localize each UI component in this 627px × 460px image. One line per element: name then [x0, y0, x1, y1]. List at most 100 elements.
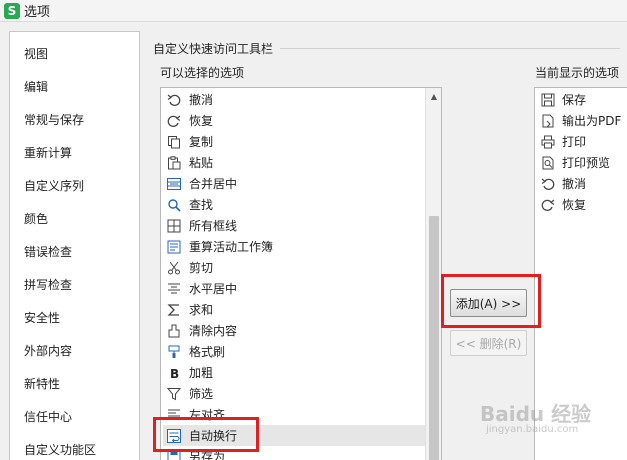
copy-icon [166, 134, 182, 150]
option-label: 格式刷 [189, 345, 226, 359]
available-options-list[interactable]: 撤消恢复复制粘贴合并居中查找所有框线重算活动工作簿剪切水平居中求和清除内容格式刷… [160, 87, 442, 460]
available-option-item[interactable]: 另存为 [163, 446, 425, 460]
option-label: 自动换行 [189, 429, 238, 443]
current-options-label: 当前显示的选项 [535, 66, 620, 80]
nav-item-7[interactable]: 拼写检查 [24, 276, 72, 293]
available-option-item[interactable]: 格式刷 [163, 341, 425, 362]
option-label: 输出为PDF [562, 114, 622, 128]
available-option-item[interactable]: 左对齐 [163, 404, 425, 425]
nav-item-8[interactable]: 安全性 [24, 309, 60, 326]
current-option-item[interactable]: 打印预览 [537, 152, 627, 173]
nav-item-6[interactable]: 错误检查 [24, 243, 72, 260]
undo-icon [540, 176, 556, 192]
options-category-list: 视图编辑常规与保存重新计算自定义序列颜色错误检查拼写检查安全性外部内容新特性信任… [9, 31, 140, 460]
option-label: 清除内容 [189, 324, 238, 338]
quick-access-group-label: 自定义快速访问工具栏 [153, 42, 274, 56]
nav-item-1[interactable]: 编辑 [24, 78, 48, 95]
available-option-item[interactable]: 清除内容 [163, 320, 425, 341]
available-option-item[interactable]: 重算活动工作簿 [163, 236, 425, 257]
title-bar: S 选项 [0, 0, 627, 22]
option-label: 加粗 [189, 366, 214, 380]
wrap-text-icon [166, 428, 182, 444]
nav-item-5[interactable]: 颜色 [24, 210, 48, 227]
scroll-up-arrow-icon[interactable]: ▲ [426, 88, 441, 104]
option-label: 查找 [189, 198, 214, 212]
scroll-thumb[interactable] [429, 216, 439, 460]
option-label: 筛选 [189, 387, 214, 401]
cut-icon [166, 260, 182, 276]
option-label: 左对齐 [189, 408, 226, 422]
search-icon [166, 197, 182, 213]
available-options-label: 可以选择的选项 [160, 66, 245, 80]
redo-icon [540, 197, 556, 213]
available-option-item[interactable]: 合并居中 [163, 173, 425, 194]
nav-item-11[interactable]: 信任中心 [24, 408, 72, 425]
save-icon [540, 92, 556, 108]
align-center-icon [166, 281, 182, 297]
option-label: 保存 [562, 93, 587, 107]
watermark: Baidu 经验 [480, 402, 592, 426]
option-label: 撤消 [562, 177, 587, 191]
group-divider [280, 48, 620, 49]
remove-button[interactable]: << 删除(R) [450, 330, 527, 356]
nav-item-10[interactable]: 新特性 [24, 375, 60, 392]
available-option-item[interactable]: 复制 [163, 131, 425, 152]
option-label: 打印预览 [562, 156, 611, 170]
clear-content-icon [166, 323, 182, 339]
available-option-item[interactable]: 筛选 [163, 383, 425, 404]
available-option-item[interactable]: B 加粗 [163, 362, 425, 383]
svg-text:B: B [170, 367, 179, 380]
available-option-item[interactable]: 撤消 [163, 89, 425, 110]
option-label: 剪切 [189, 261, 214, 275]
format-painter-icon [166, 344, 182, 360]
save-as-icon [166, 449, 182, 460]
available-option-item[interactable]: 自动换行 [163, 425, 425, 446]
option-label: 恢复 [189, 114, 214, 128]
current-option-item[interactable]: 撤消 [537, 173, 627, 194]
wps-app-icon: S [4, 2, 20, 19]
option-label: 复制 [189, 135, 214, 149]
available-option-item[interactable]: 水平居中 [163, 278, 425, 299]
available-option-item[interactable]: 粘贴 [163, 152, 425, 173]
bold-icon: B [166, 365, 182, 381]
nav-item-4[interactable]: 自定义序列 [24, 177, 84, 194]
option-label: 粘贴 [189, 156, 214, 170]
window-title: 选项 [24, 5, 51, 20]
available-option-item[interactable]: 求和 [163, 299, 425, 320]
merge-center-icon [166, 176, 182, 192]
nav-item-2[interactable]: 常规与保存 [24, 111, 84, 128]
nav-item-0[interactable]: 视图 [24, 45, 48, 62]
available-option-item[interactable]: 所有框线 [163, 215, 425, 236]
undo-icon [166, 92, 182, 108]
all-borders-icon [166, 218, 182, 234]
option-label: 求和 [189, 303, 214, 317]
redo-icon [166, 113, 182, 129]
available-option-item[interactable]: 恢复 [163, 110, 425, 131]
option-label: 所有框线 [189, 219, 238, 233]
option-label: 另存为 [189, 450, 226, 460]
option-label: 恢复 [562, 198, 587, 212]
current-option-item[interactable]: 打印 [537, 131, 627, 152]
print-icon [540, 134, 556, 150]
add-button[interactable]: 添加(A) >> [450, 289, 527, 317]
available-option-item[interactable]: 剪切 [163, 257, 425, 278]
option-label: 水平居中 [189, 282, 238, 296]
recalculate-icon [166, 239, 182, 255]
filter-icon [166, 386, 182, 402]
nav-item-9[interactable]: 外部内容 [24, 342, 72, 359]
option-label: 打印 [562, 135, 587, 149]
align-left-icon [166, 407, 182, 423]
current-option-item[interactable]: 输出为PDF [537, 110, 627, 131]
nav-item-3[interactable]: 重新计算 [24, 144, 72, 161]
option-label: 合并居中 [189, 177, 238, 191]
print-preview-icon [540, 155, 556, 171]
current-option-item[interactable]: 恢复 [537, 194, 627, 215]
vertical-scrollbar[interactable]: ▲ [425, 88, 441, 460]
current-option-item[interactable]: 保存 [537, 89, 627, 110]
option-label: 撤消 [189, 93, 214, 107]
pdf-export-icon [540, 113, 556, 129]
watermark-url: jingyan.baidu.com [486, 424, 579, 435]
paste-icon [166, 155, 182, 171]
available-option-item[interactable]: 查找 [163, 194, 425, 215]
nav-item-12[interactable]: 自定义功能区 [24, 441, 96, 458]
